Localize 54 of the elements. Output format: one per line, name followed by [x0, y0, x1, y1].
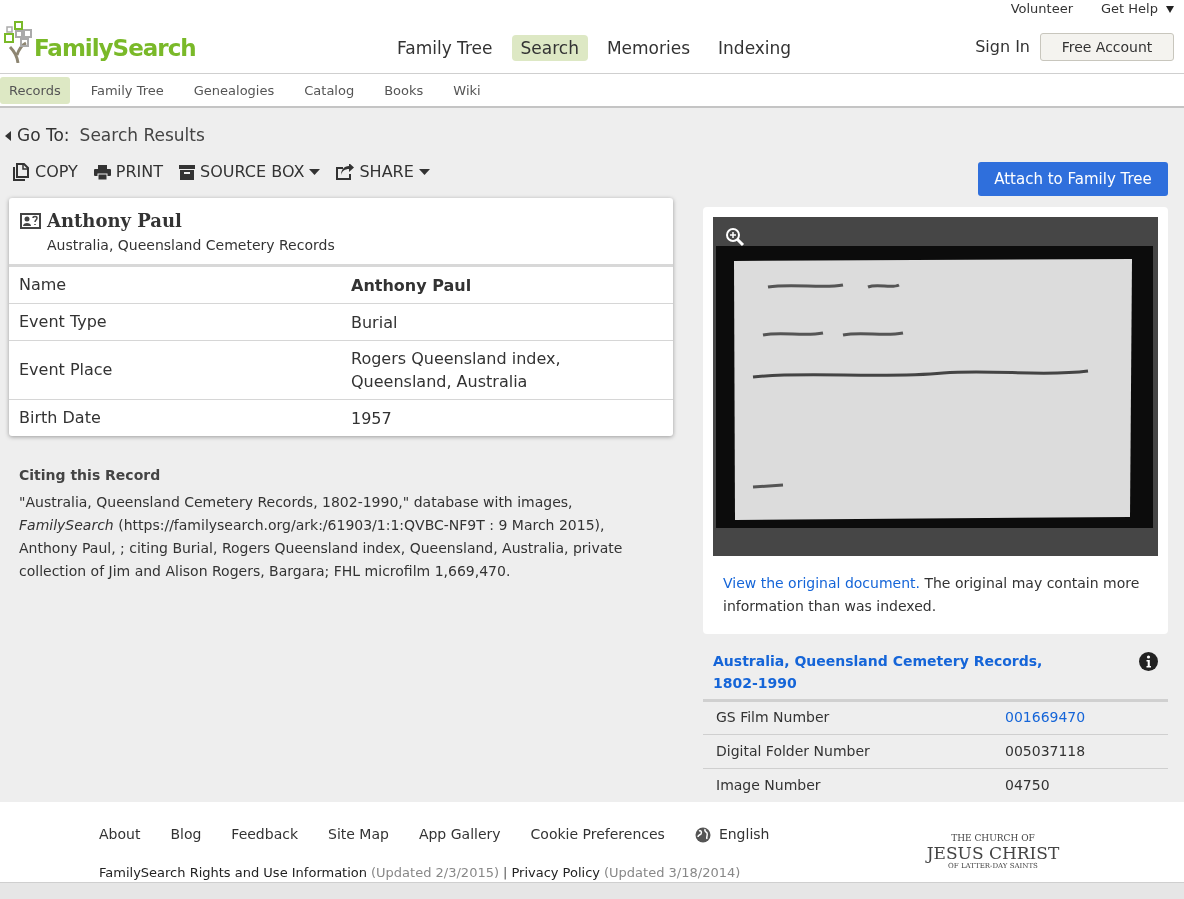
- legal-link[interactable]: Privacy Policy: [511, 863, 601, 883]
- record-title: Anthony Paul: [47, 209, 182, 233]
- nav-tab[interactable]: Indexing: [709, 35, 801, 61]
- citation-heading: Citing this Record: [19, 466, 162, 485]
- subnav-tab[interactable]: Family Tree: [81, 76, 173, 104]
- view-original-link[interactable]: View the original document.: [723, 574, 920, 591]
- subnav-tab[interactable]: Genealogies: [184, 76, 284, 104]
- toolbar-button[interactable]: SHARE: [336, 160, 430, 184]
- language-link[interactable]: English: [694, 824, 770, 845]
- footer-link[interactable]: Site Map: [328, 824, 389, 845]
- free-account-button[interactable]: Free Account: [1040, 33, 1174, 61]
- toolbar-button[interactable]: PRINT: [93, 160, 164, 184]
- footer-link[interactable]: Cookie Preferences: [530, 824, 665, 845]
- legal-link[interactable]: FamilySearch Rights and Use Information: [99, 863, 368, 883]
- nav-tab[interactable]: Memories: [597, 35, 700, 61]
- footer-link[interactable]: App Gallery: [418, 824, 501, 845]
- subnav-tab[interactable]: Wiki: [444, 76, 490, 104]
- update-date: (Updated 3/18/2014): [604, 864, 741, 882]
- footer-link[interactable]: Feedback: [231, 824, 299, 845]
- document-note: View the original document. The original may contain more information than was indexed.: [723, 573, 1141, 616]
- attach-to-family-tree-button[interactable]: Attach to Family Tree: [978, 162, 1168, 196]
- nav-tab[interactable]: Family Tree: [388, 35, 502, 61]
- utility-link[interactable]: Volunteer: [1010, 0, 1074, 19]
- field-label: Event Type: [9, 303, 351, 341]
- footer-link[interactable]: Blog: [170, 824, 202, 845]
- field-value: Burial: [351, 303, 673, 341]
- film-number-link[interactable]: 001669470: [1005, 700, 1168, 734]
- nav-tab[interactable]: Search: [511, 35, 588, 61]
- collection-subtitle: Australia, Queensland Cemetery Records: [47, 236, 336, 255]
- field-label: Name: [9, 267, 351, 304]
- toolbar-button[interactable]: SOURCE BOX: [179, 160, 321, 184]
- field-value: Rogers Queensland index, Queensland, Australia: [351, 340, 673, 400]
- collection-link[interactable]: Australia, Queensland Cemetery Records, 1802-1990: [713, 649, 1053, 694]
- citation-text: "Australia, Queensland Cemetery Records, 1802-1990," database with images, FamilySearch (https://familysearch.org/ark:/61903/1:1:QVBC-NF9T : 9 March 2015), Anthony Paul, ; citing Burial, Rogers Queensland index, Queensland, Australia, private collection of Jim and Alison Rogers, Bargara; FHL microfilm 1,669,470.: [19, 493, 624, 581]
- update-date: (Updated 2/3/2015): [371, 864, 500, 882]
- field-value: 005037118: [1005, 734, 1168, 768]
- field-label: Image Number: [703, 768, 1005, 802]
- subnav-tab[interactable]: Records: [0, 76, 70, 104]
- subnav-tab[interactable]: Catalog: [295, 76, 364, 104]
- field-value: Anthony Paul: [351, 267, 673, 304]
- breadcrumb-label: Go To:: [17, 123, 70, 147]
- field-label: Event Place: [9, 340, 351, 400]
- toolbar-button[interactable]: COPY: [13, 160, 78, 184]
- field-label: GS Film Number: [703, 700, 1005, 734]
- field-label: Digital Folder Number: [703, 734, 1005, 768]
- separator: |: [503, 864, 508, 882]
- field-label: Birth Date: [9, 399, 351, 436]
- sign-in-link[interactable]: Sign In: [975, 35, 1030, 59]
- field-value: 04750: [1005, 768, 1168, 802]
- utility-link[interactable]: Get Help: [1101, 0, 1174, 19]
- field-value: 1957: [351, 399, 673, 436]
- search-results-link[interactable]: Search Results: [79, 122, 205, 149]
- subnav-tab[interactable]: Books: [375, 76, 433, 104]
- footer-link[interactable]: About: [99, 824, 141, 845]
